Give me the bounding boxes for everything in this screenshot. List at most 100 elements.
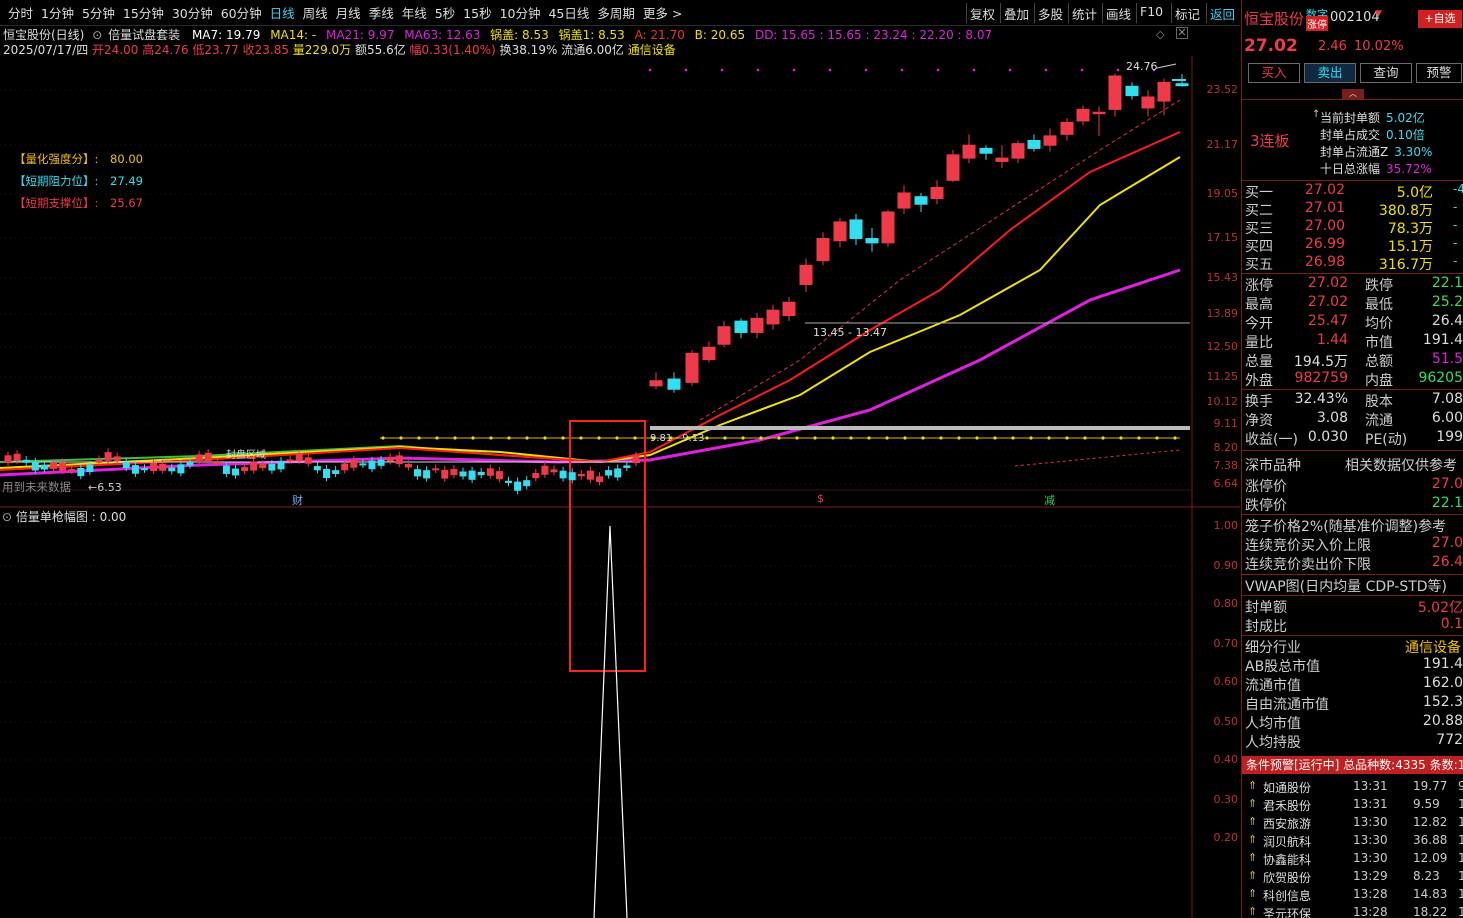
candle-body (222, 465, 230, 474)
candle-body (865, 238, 879, 244)
candle-body (40, 464, 48, 470)
stat-key: 量比 (1245, 335, 1273, 351)
alert-row[interactable]: ⇑ 欣贺股份 13:29 8.23 1 (1248, 869, 1463, 887)
candle-body (95, 459, 103, 463)
dividend-marker[interactable]: $ (817, 492, 824, 505)
bid-row[interactable]: 买二 27.01 380.8万 - (1245, 200, 1463, 219)
ma-dashed-line (699, 99, 1181, 421)
alert-header[interactable]: 条件预警[运行中] 总品种数:4335 条数:1 (1242, 756, 1463, 774)
finance-marker[interactable]: 财 (292, 492, 303, 508)
up-arrow-icon: ⇑ (1248, 869, 1258, 882)
period-tab-4[interactable]: 30分钟 (172, 3, 213, 22)
period-tab-6[interactable]: 日线 (270, 3, 295, 22)
price-axis-label: 21.17 (1206, 138, 1239, 151)
period-tab-0[interactable]: 分时 (8, 3, 33, 22)
auction-key: 连续竞价买入价上限 (1245, 538, 1371, 554)
signal-dot (1116, 68, 1120, 72)
period-tab-10[interactable]: 年线 (402, 3, 427, 22)
collapse-up-icon[interactable]: ︿ (1342, 89, 1364, 99)
seal-key: 十日总涨幅 (1320, 162, 1381, 176)
period-tab-9[interactable]: 季线 (369, 3, 394, 22)
pot-dot (993, 436, 997, 440)
alert-row[interactable]: ⇑ 科创信息 13:28 14.83 1 (1248, 887, 1463, 905)
buy-button[interactable]: 买入 (1248, 63, 1300, 83)
bid-row[interactable]: 买一 27.02 5.0亿 -4 (1245, 182, 1463, 201)
candle-body (1157, 81, 1171, 102)
stat-key-2: 均价 (1365, 316, 1393, 332)
period-tab-5[interactable]: 60分钟 (221, 3, 262, 22)
toolbar-button-5[interactable]: F10 (1140, 4, 1163, 19)
b-value: B: 20.65 (694, 28, 746, 42)
candle-body (505, 480, 512, 483)
seal-key: 当前封单额 (1320, 111, 1381, 125)
up-arrow-icon: ⇑ (1248, 797, 1258, 810)
toolbar-button-0[interactable]: 复权 (970, 4, 995, 23)
stat-key: 最高 (1245, 297, 1273, 313)
pot-dot (453, 436, 457, 440)
alert-row[interactable]: ⇑ 协鑫能科 13:30 12.09 1 (1248, 851, 1463, 869)
alert-stock-name: 西安旅游 (1263, 817, 1312, 831)
toolbar-button-7[interactable]: 返回 (1210, 4, 1235, 23)
toolbar-button-4[interactable]: 画线 (1106, 4, 1131, 23)
cap-row: 自由流通市值 152.3 (1245, 694, 1463, 713)
period-tab-1[interactable]: 1分钟 (41, 3, 74, 22)
query-button[interactable]: 查询 (1360, 63, 1412, 83)
price-axis-label: 19.05 (1206, 187, 1239, 200)
industry-row: 细分行业 通信设备 (1245, 637, 1463, 656)
alert-row[interactable]: ⇑ 圣元环保 13:28 18.22 1 (1248, 905, 1463, 918)
toolbar-button-3[interactable]: 统计 (1072, 4, 1097, 23)
period-tab-13[interactable]: 10分钟 (500, 3, 541, 22)
stat-key: 今开 (1245, 316, 1273, 332)
period-tab-11[interactable]: 5秒 (435, 3, 455, 22)
signal-dot (936, 68, 940, 72)
period-tab-16[interactable]: 更多 > (643, 3, 682, 22)
toolbar-button-1[interactable]: 叠加 (1004, 4, 1029, 23)
sub-chart-icon[interactable]: ⊙ (2, 510, 12, 524)
candle-body (186, 461, 194, 466)
indicator-set-name[interactable]: 倍量试盘套装 (108, 28, 180, 42)
candle-body (881, 211, 895, 244)
period-tab-14[interactable]: 45日线 (548, 3, 589, 22)
alert-row[interactable]: ⇑ 君禾股份 13:31 9.59 1 (1248, 797, 1463, 815)
bid-row[interactable]: 买三 27.00 78.3万 - (1245, 218, 1463, 237)
bid-row[interactable]: 买四 26.99 15.1万 - (1245, 236, 1463, 255)
period-tab-7[interactable]: 周线 (303, 3, 328, 22)
auction-row: 连续竞价卖出价下限 26.4 (1245, 554, 1463, 573)
seal-row: 封单占流通Z 3.30% (1320, 143, 1432, 160)
period-tab-12[interactable]: 15秒 (463, 3, 491, 22)
period-tab-15[interactable]: 多周期 (597, 3, 635, 22)
peak-arrow (1156, 63, 1177, 69)
sort-icon[interactable]: ▼ (1375, 9, 1382, 19)
alert-extra: 1 (1458, 869, 1463, 883)
period-tab-2[interactable]: 5分钟 (82, 3, 115, 22)
reduce-marker[interactable]: 减 (1044, 492, 1055, 508)
candle-body (332, 470, 340, 474)
toolbar-button-2[interactable]: 多股 (1038, 4, 1063, 23)
candle-body (623, 465, 631, 468)
alert-time: 13:31 (1353, 779, 1388, 793)
collapse-icon[interactable]: ◇ (1156, 28, 1164, 41)
signal-dot (900, 68, 904, 72)
period-tab-8[interactable]: 月线 (336, 3, 361, 22)
seal2-value: 0.1 (1440, 616, 1463, 632)
alert-row[interactable]: ⇑ 润贝航科 13:30 36.88 1 (1248, 833, 1463, 851)
kline-chart[interactable] (0, 56, 1240, 918)
alert-button[interactable]: 预警 (1416, 63, 1462, 83)
vwap-row[interactable]: VWAP图(日内均量 CDP-STD等) (1245, 576, 1463, 595)
candle-body (159, 463, 167, 471)
candle-body (1108, 75, 1122, 110)
dropdown-icon[interactable]: ⊙ (92, 28, 102, 42)
cap-value: 162.0 (1422, 675, 1463, 691)
stat-key-2: 总额 (1365, 354, 1393, 370)
pot-dot (1047, 436, 1051, 440)
alert-row[interactable]: ⇑ 西安旅游 13:30 12.82 1 (1248, 815, 1463, 833)
add-favorite-button[interactable]: +自选 (1418, 10, 1462, 28)
bid-row[interactable]: 买五 26.98 316.7万 - (1245, 254, 1463, 273)
sell-button[interactable]: 卖出 (1304, 63, 1356, 83)
alert-row[interactable]: ⇑ 如通股份 13:31 19.77 9 (1248, 779, 1463, 797)
toolbar-button-6[interactable]: 标记 (1175, 4, 1200, 23)
close-icon[interactable]: ✕ (1176, 27, 1188, 39)
candle-body (734, 320, 748, 333)
period-tab-3[interactable]: 15分钟 (123, 3, 164, 22)
up-arrow-icon: ⇑ (1248, 833, 1258, 846)
